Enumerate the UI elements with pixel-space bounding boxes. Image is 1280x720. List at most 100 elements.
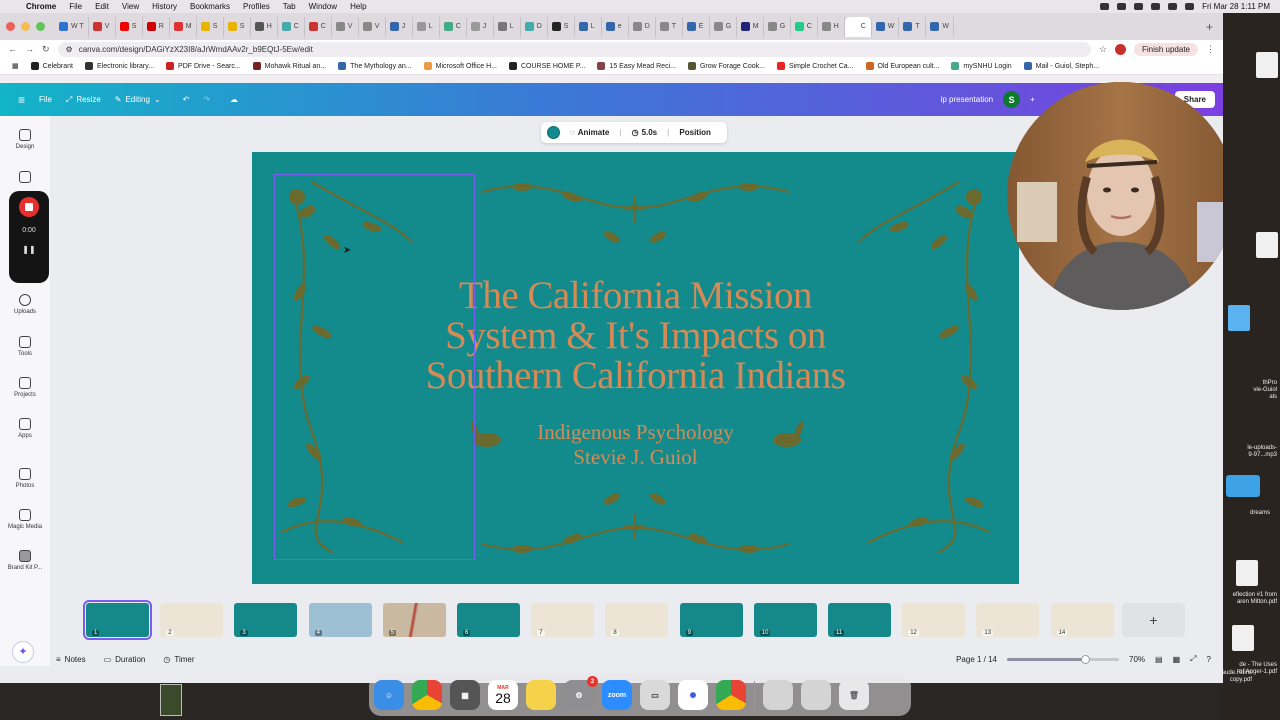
- browser-tab[interactable]: C: [844, 16, 872, 37]
- browser-tab[interactable]: M: [737, 16, 764, 37]
- finder-icon[interactable]: ☺: [374, 680, 404, 710]
- browser-tab[interactable]: T: [656, 16, 683, 37]
- profile-avatar[interactable]: [1114, 43, 1126, 55]
- pause-recording-icon[interactable]: ❚❚: [9, 245, 49, 254]
- bookmark-item[interactable]: COURSE HOME P...: [508, 62, 585, 70]
- browser-tab[interactable]: J: [467, 16, 494, 37]
- sidebar-item-tools[interactable]: Tools: [0, 336, 50, 357]
- add-collaborator-icon[interactable]: +: [1030, 95, 1035, 104]
- browser-tab[interactable]: W: [872, 16, 900, 37]
- menu-history[interactable]: History: [152, 2, 177, 11]
- menu-hamburger-icon[interactable]: ≡: [18, 93, 25, 107]
- design-title[interactable]: ip presentation: [941, 95, 993, 104]
- bookmark-item[interactable]: 15 Easy Mead Reci...: [597, 62, 676, 70]
- launchpad-icon[interactable]: ▦: [450, 680, 480, 710]
- desktop-file-label[interactable]: eflection #1 from aren Mitton.pdf: [1233, 592, 1277, 606]
- page-thumbnail[interactable]: 12: [902, 603, 966, 637]
- magic-assistant-icon[interactable]: ✦: [12, 641, 34, 663]
- browser-tab[interactable]: L: [413, 16, 440, 37]
- editing-mode-button[interactable]: ✎ Editing ⌄: [115, 95, 161, 104]
- page-thumbnail[interactable]: 7: [531, 603, 595, 637]
- desktop-thumbnail[interactable]: [160, 684, 182, 716]
- status-icon[interactable]: [1100, 3, 1110, 10]
- minimized-window-icon[interactable]: [801, 680, 831, 710]
- url-field[interactable]: ⚙ canva.com/design/DAGiYzX23I8/aJrWmdAAv…: [57, 41, 1091, 57]
- browser-tab[interactable]: T: [899, 16, 927, 37]
- bookmark-item[interactable]: Grow Forage Cook...: [687, 62, 765, 70]
- bookmark-item[interactable]: Mail - Guiol, Steph...: [1023, 62, 1099, 70]
- page-thumbnail[interactable]: 11: [828, 603, 891, 637]
- minimize-window-icon[interactable]: [21, 22, 30, 31]
- page-thumbnail[interactable]: 6: [457, 603, 520, 637]
- page-indicator[interactable]: Page 1 / 14: [956, 655, 997, 664]
- sidebar-item-design[interactable]: Design: [0, 129, 50, 150]
- browser-tab[interactable]: W T: [55, 16, 89, 37]
- bookmark-star-icon[interactable]: ☆: [1099, 44, 1107, 55]
- stop-recording-button[interactable]: [19, 197, 39, 217]
- zoom-level[interactable]: 70%: [1129, 655, 1145, 664]
- calendar-icon[interactable]: MAR 28: [488, 680, 518, 710]
- browser-tab[interactable]: e: [602, 16, 629, 37]
- add-page-button[interactable]: +: [1122, 603, 1185, 637]
- page-thumbnail[interactable]: 8: [605, 603, 669, 637]
- page-thumbnail[interactable]: 1: [83, 600, 152, 640]
- bookmark-item[interactable]: Old European cult...: [865, 62, 939, 70]
- bookmark-item[interactable]: mySNHU Login: [951, 62, 1012, 70]
- browser-tab[interactable]: J: [386, 16, 413, 37]
- page-thumbnail[interactable]: 4: [308, 603, 372, 637]
- page-thumbnail[interactable]: 2: [160, 603, 224, 637]
- sidebar-item-photos[interactable]: Photos: [0, 468, 50, 489]
- desktop-file-icon[interactable]: [1256, 52, 1278, 78]
- menu-window[interactable]: Window: [309, 2, 337, 11]
- help-icon[interactable]: ?: [1207, 655, 1211, 664]
- browser-tab[interactable]: R: [143, 16, 170, 37]
- browser-tab[interactable]: H: [818, 16, 845, 37]
- wifi-icon[interactable]: [1168, 3, 1178, 10]
- color-swatch[interactable]: [547, 126, 560, 139]
- browser-tab[interactable]: G: [710, 16, 737, 37]
- status-icon[interactable]: [1134, 3, 1144, 10]
- bookmark-item[interactable]: PDF Drive - Searc...: [166, 62, 241, 70]
- sidebar-item-apps[interactable]: Apps: [0, 418, 50, 439]
- browser-tab[interactable]: M: [170, 16, 197, 37]
- menu-profiles[interactable]: Profiles: [243, 2, 270, 11]
- desktop-file-icon[interactable]: [1256, 232, 1278, 258]
- fullscreen-icon[interactable]: ⤢: [1190, 654, 1196, 664]
- user-avatar[interactable]: S: [1003, 91, 1021, 108]
- browser-tab[interactable]: C: [278, 16, 305, 37]
- browser-tab[interactable]: H: [251, 16, 278, 37]
- page-thumbnail[interactable]: 9: [679, 603, 743, 637]
- bookmark-item[interactable]: Simple Crochet Ca...: [776, 62, 854, 70]
- zoom-slider[interactable]: [1007, 654, 1119, 664]
- timer-button[interactable]: ◷ Timer: [163, 655, 194, 664]
- site-info-icon[interactable]: ⚙: [66, 45, 73, 54]
- sidebar-item-brand-kit[interactable]: Brand Kit P...: [0, 550, 50, 571]
- desktop-folder-label[interactable]: dreams: [1250, 510, 1270, 517]
- browser-tab[interactable]: G: [764, 16, 791, 37]
- menubar-clock[interactable]: Fri Mar 28 1:11 PM: [1202, 2, 1270, 11]
- menu-edit[interactable]: Edit: [95, 2, 109, 11]
- new-tab-icon[interactable]: +: [1206, 20, 1213, 34]
- scanner-icon[interactable]: ▭: [640, 680, 670, 710]
- duration-button[interactable]: ◷ 5.0s: [632, 128, 658, 137]
- menu-view[interactable]: View: [122, 2, 139, 11]
- position-button[interactable]: Position: [679, 128, 711, 137]
- page-thumbnail[interactable]: 3: [234, 603, 298, 637]
- chrome-icon[interactable]: [412, 680, 442, 710]
- system-settings-icon[interactable]: ⚙ 2: [564, 676, 598, 710]
- browser-tab[interactable]: W: [926, 16, 954, 37]
- finish-update-button[interactable]: Finish update: [1133, 42, 1198, 56]
- notes-button[interactable]: ≡ Notes: [56, 655, 86, 664]
- back-icon[interactable]: ←: [8, 44, 17, 54]
- browser-tab[interactable]: L: [494, 16, 521, 37]
- desktop-file-label[interactable]: thPro vie-Guiol als: [1253, 380, 1277, 401]
- resize-button[interactable]: ⤢ Resize: [66, 95, 101, 105]
- sidebar-item-elements[interactable]: [0, 171, 50, 186]
- browser-tab[interactable]: V: [359, 16, 386, 37]
- page-thumbnail[interactable]: 5: [382, 603, 446, 637]
- browser-tab[interactable]: V: [89, 16, 116, 37]
- bookmark-item[interactable]: Electronic library...: [84, 62, 154, 70]
- cloud-save-icon[interactable]: ☁: [230, 95, 238, 104]
- forward-icon[interactable]: →: [25, 44, 34, 54]
- browser-tab[interactable]: E: [683, 16, 710, 37]
